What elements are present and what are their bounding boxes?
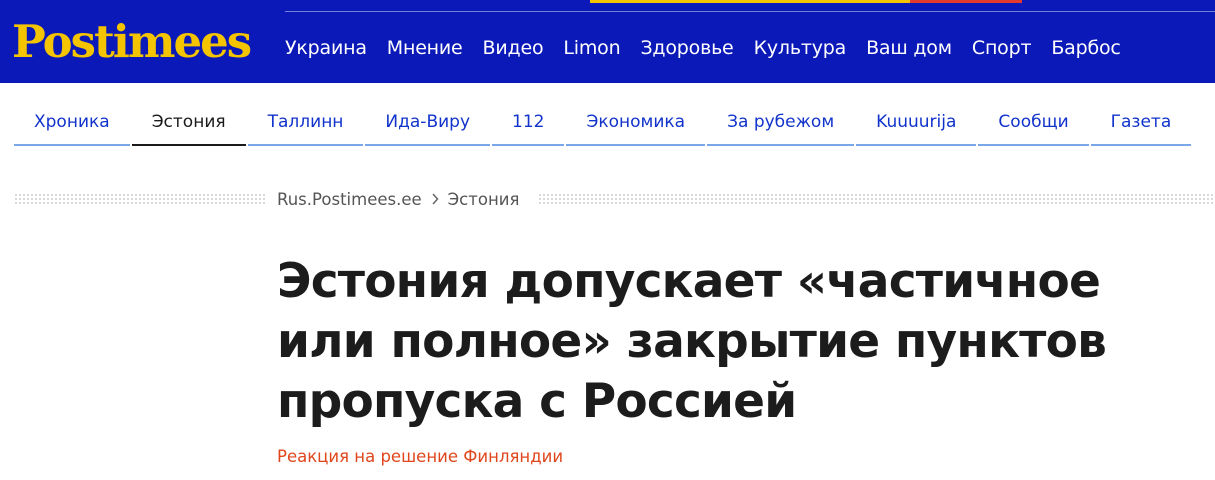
main-navigation: Украина Мнение Видео Limon Здоровье Куль… [285, 34, 1141, 62]
breadcrumb-home-link[interactable]: Rus.Postimees.ee [277, 190, 422, 209]
site-logo[interactable]: Postimees [12, 8, 252, 70]
nav-item-video[interactable]: Видео [483, 37, 544, 59]
nav-item-ukraine[interactable]: Украина [285, 37, 367, 59]
article-title-line: Эстония допускает «частичное [277, 254, 1101, 309]
dotted-divider-right [538, 193, 1215, 205]
article-title-line: пропуска с Россией [277, 374, 797, 429]
postimees-logo-icon: Postimees [12, 15, 252, 68]
article-title: Эстония допускает «частичное или полное»… [277, 252, 1177, 432]
dotted-divider-left [14, 193, 266, 205]
tab-report[interactable]: Сообщи [978, 100, 1089, 146]
article-title-line: или полное» закрытие пунктов [277, 314, 1107, 369]
article-subtitle: Реакция на решение Финляндии [277, 447, 564, 466]
tab-chronicle[interactable]: Хроника [14, 100, 130, 146]
tab-economy[interactable]: Экономика [566, 100, 706, 146]
nav-item-limon[interactable]: Limon [563, 37, 620, 59]
chevron-right-icon [431, 193, 439, 205]
tab-estonia[interactable]: Эстония [131, 100, 246, 146]
tab-abroad[interactable]: За рубежом [707, 100, 855, 146]
nav-item-culture[interactable]: Культура [754, 37, 847, 59]
nav-item-barbos[interactable]: Барбос [1051, 37, 1121, 59]
tab-ida-viru[interactable]: Ида-Виру [365, 100, 491, 146]
nav-item-opinion[interactable]: Мнение [387, 37, 463, 59]
tab-kuuuurija[interactable]: Kuuuurija [856, 100, 977, 146]
tab-112[interactable]: 112 [492, 100, 565, 146]
tab-tallinn[interactable]: Таллинн [247, 100, 364, 146]
breadcrumb: Rus.Postimees.ee Эстония [277, 188, 519, 210]
header-accent-strip [590, 0, 1022, 3]
nav-item-sport[interactable]: Спорт [972, 37, 1032, 59]
nav-item-health[interactable]: Здоровье [640, 37, 733, 59]
breadcrumb-current-link[interactable]: Эстония [448, 190, 520, 209]
logo-text: Postimees [12, 15, 251, 68]
site-header: Postimees Украина Мнение Видео Limon Здо… [0, 0, 1215, 83]
header-divider [285, 11, 1215, 12]
nav-item-home[interactable]: Ваш дом [866, 37, 952, 59]
tab-newspaper[interactable]: Газета [1090, 100, 1192, 146]
section-navigation: Хроника Эстония Таллинн Ида-Виру 112 Эко… [14, 100, 1215, 146]
